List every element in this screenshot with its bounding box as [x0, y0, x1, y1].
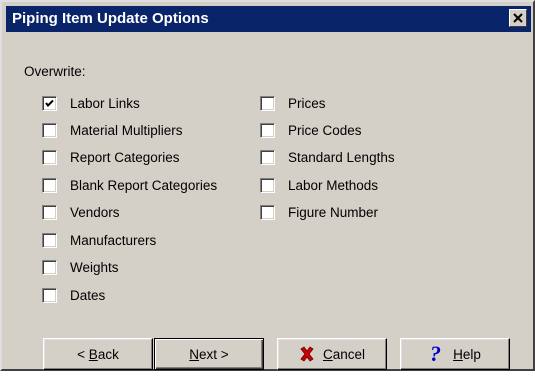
checkbox-box[interactable] [42, 287, 57, 303]
checkbox-material-multipliers[interactable]: Material Multipliers [42, 121, 183, 139]
checkbox-vendors[interactable]: Vendors [42, 203, 120, 221]
cancel-button-label: Cancel [322, 346, 366, 362]
checkbox-box[interactable] [260, 177, 275, 193]
help-button-label: Help [453, 346, 481, 362]
checkbox-box[interactable] [42, 232, 57, 248]
checkbox-label: Material Multipliers [70, 122, 183, 138]
window-title: Piping Item Update Options [12, 10, 209, 27]
checkbox-price-codes[interactable]: Price Codes [260, 121, 362, 139]
checkbox-box[interactable] [260, 95, 275, 111]
checkbox-label: Report Categories [70, 149, 180, 165]
checkbox-labor-methods[interactable]: Labor Methods [260, 176, 378, 194]
checkbox-label: Prices [288, 95, 326, 111]
checkbox-box[interactable] [260, 204, 275, 220]
checkbox-label: Blank Report Categories [70, 177, 218, 193]
checkmark-icon [45, 99, 54, 107]
svg-text:?: ? [430, 344, 441, 364]
help-button[interactable]: ? Help [400, 338, 510, 370]
checkbox-prices[interactable]: Prices [260, 94, 326, 112]
checkbox-blank-report-categories[interactable]: Blank Report Categories [42, 176, 217, 194]
checkbox-box[interactable] [42, 177, 57, 193]
checkbox-labor-links[interactable]: Labor Links [42, 94, 140, 112]
cancel-button[interactable]: Cancel [277, 338, 387, 370]
overwrite-label: Overwrite: [24, 64, 86, 79]
checkbox-label: Dates [70, 287, 106, 303]
checkbox-label: Price Codes [288, 122, 362, 138]
checkbox-weights[interactable]: Weights [42, 258, 119, 276]
checkbox-label: Weights [70, 259, 119, 275]
next-button-label: Next > [189, 346, 229, 362]
checkbox-box[interactable] [260, 122, 275, 138]
checkbox-label: Figure Number [288, 204, 379, 220]
back-button[interactable]: < Back [43, 338, 153, 370]
checkbox-standard-lengths[interactable]: Standard Lengths [260, 148, 395, 166]
close-button[interactable] [509, 9, 527, 27]
dialog-window: Piping Item Update Options Overwrite: La… [0, 0, 535, 371]
red-x-icon [299, 346, 315, 362]
checkbox-label: Labor Methods [288, 177, 379, 193]
title-bar[interactable]: Piping Item Update Options [6, 6, 531, 32]
checkbox-box[interactable] [42, 122, 57, 138]
checkbox-box[interactable] [42, 204, 57, 220]
checkbox-dates[interactable]: Dates [42, 286, 105, 304]
back-button-label: < Back [77, 346, 119, 362]
checkbox-figure-number[interactable]: Figure Number [260, 203, 378, 221]
checkbox-box[interactable] [42, 259, 57, 275]
checkbox-box[interactable] [42, 149, 57, 165]
question-mark-icon: ? [429, 344, 445, 364]
next-button[interactable]: Next > [154, 338, 264, 370]
checkbox-label: Vendors [70, 204, 120, 220]
checkbox-label: Manufacturers [70, 232, 157, 248]
checkbox-box[interactable] [42, 95, 57, 111]
checkbox-label: Standard Lengths [288, 149, 395, 165]
close-icon [513, 13, 523, 23]
checkbox-report-categories[interactable]: Report Categories [42, 148, 180, 166]
checkbox-manufacturers[interactable]: Manufacturers [42, 231, 156, 249]
checkbox-label: Labor Links [70, 95, 140, 111]
checkbox-box[interactable] [260, 149, 275, 165]
